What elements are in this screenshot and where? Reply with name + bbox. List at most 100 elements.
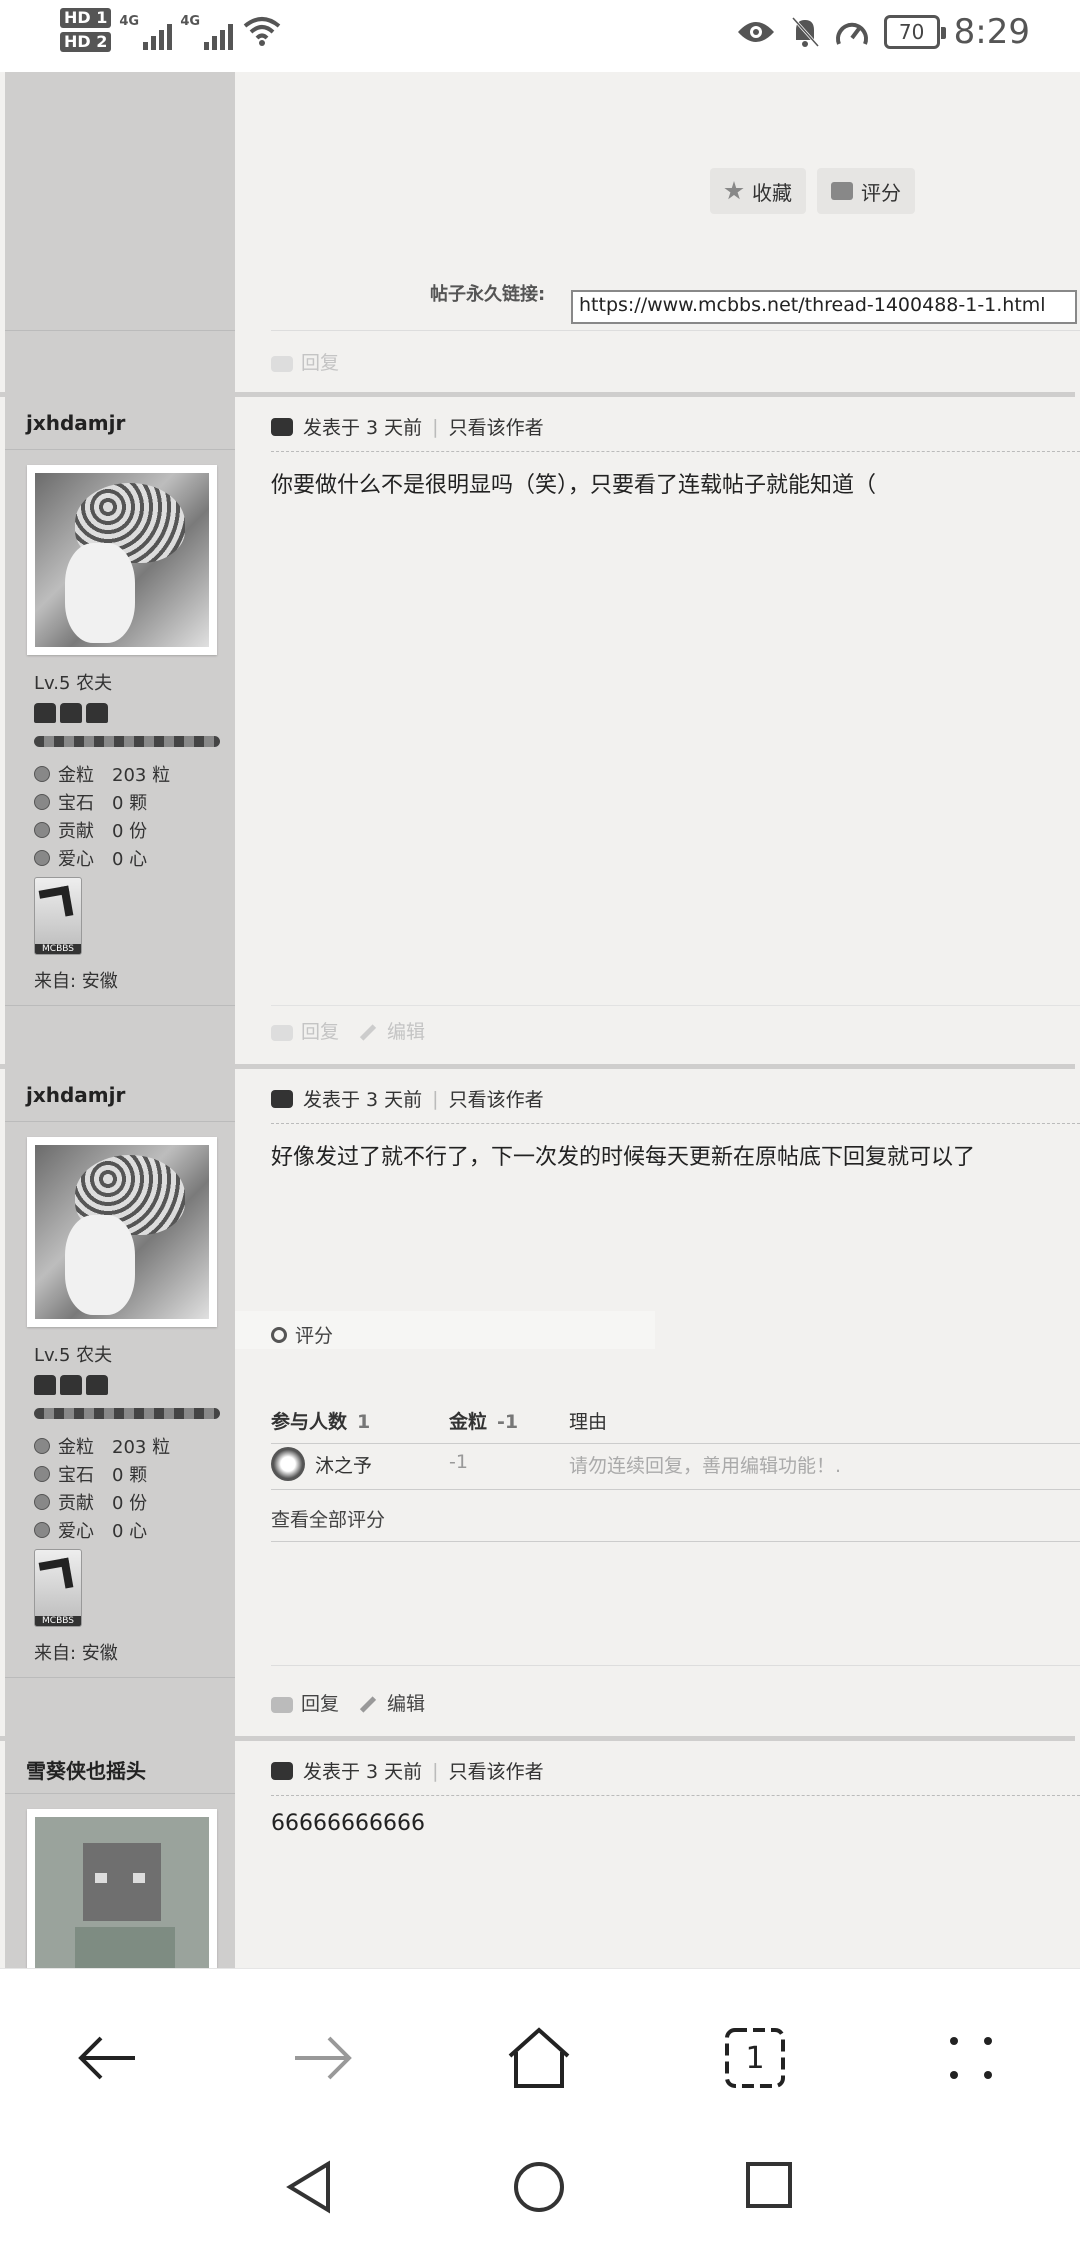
system-recents-icon[interactable] (744, 2160, 794, 2210)
permalink-input[interactable]: https://www.mcbbs.net/thread-1400488-1-1… (571, 290, 1077, 324)
only-author-link[interactable]: 只看该作者 (449, 1085, 544, 1112)
permalink-label: 帖子永久链接: (430, 284, 546, 305)
pickaxe-icon (38, 1557, 74, 1593)
author-name[interactable]: jxhdamjr (26, 411, 125, 435)
avatar[interactable] (27, 1137, 217, 1327)
apple-icon (34, 1522, 50, 1538)
apple-icon (34, 850, 50, 866)
reply-button[interactable]: 回复 (271, 348, 339, 375)
menu-button[interactable] (926, 2018, 1016, 2098)
rating-gold: 金粒 -1 (449, 1411, 519, 1433)
post: 雪葵侠也摇头 发表于 3 天前 | 只看该作者 66666666666 (5, 1741, 1080, 1968)
arrow-right-icon (295, 2036, 352, 2080)
rating-participants: 参与人数 1 (271, 1411, 371, 1433)
edit-button[interactable]: 编辑 (359, 1017, 425, 1044)
only-author-link[interactable]: 只看该作者 (449, 413, 544, 440)
pickaxe-icon (38, 885, 74, 921)
post-actions: 回复 (271, 348, 339, 375)
system-back-icon[interactable] (284, 2160, 334, 2214)
user-location: 来自: 安徽 (34, 971, 118, 992)
forward-button[interactable] (278, 2018, 368, 2098)
clock: 8:29 (953, 12, 1030, 52)
system-home-icon[interactable] (512, 2160, 566, 2214)
rank-icons (34, 1375, 108, 1395)
author-sidebar: 雪葵侠也摇头 (5, 1741, 235, 1968)
more-icon (950, 2037, 992, 2079)
rater-avatar[interactable] (271, 1447, 305, 1481)
home-button[interactable] (494, 2018, 584, 2098)
arrow-left-icon (78, 2036, 135, 2080)
rate-button[interactable]: 评分 (817, 168, 915, 214)
tabs-button[interactable]: 1 (710, 2018, 800, 2098)
previous-post-tail: 收藏 评分 帖子永久链接: https://www.mcbbs.net/thre… (5, 72, 1080, 397)
favorite-button[interactable]: 收藏 (710, 168, 806, 214)
user-level: Lv.5 农夫 (34, 673, 113, 694)
author-sidebar (5, 72, 235, 397)
experience-bar (34, 1408, 220, 1419)
star-icon (724, 181, 744, 200)
reply-icon (271, 355, 293, 372)
rating-reason: 请勿连续回复，善用编辑功能！. (569, 1455, 842, 1477)
avatar[interactable] (27, 465, 217, 655)
device-icon (271, 1761, 293, 1780)
medal-badge[interactable]: MCBBS (34, 877, 82, 955)
sim2-badge: HD 2 (60, 32, 112, 52)
post-time: 发表于 3 天前 (303, 1761, 423, 1783)
wifi-icon (244, 17, 281, 46)
post: jxhdamjr Lv.5 农夫 金粒 203 粒 宝石 0 颗 贡献 0 份 爱心 0… (5, 1069, 1080, 1739)
user-location: 来自: 安徽 (34, 1643, 118, 1664)
only-author-link[interactable]: 只看该作者 (449, 1757, 544, 1784)
post-meta: 发表于 3 天前 | 只看该作者 (271, 413, 544, 440)
rating-reason-header: 理由 (569, 1411, 608, 1433)
reply-button[interactable]: 回复 (271, 1689, 339, 1716)
edit-button[interactable]: 编辑 (359, 1689, 425, 1716)
stat-gem: 宝石 0 颗 (34, 789, 147, 815)
post: jxhdamjr Lv.5 农夫 金粒 203 粒 宝石 0 颗 贡献 0 份 爱心 0… (5, 397, 1080, 1067)
stat-contribution: 贡献 0 份 (34, 1489, 147, 1515)
gold-icon (34, 1438, 50, 1454)
post-content: 好像发过了就不行了，下一次发的时候每天更新在原帖底下回复就可以了 (271, 1145, 976, 1170)
stat-love: 爱心 0 心 (34, 845, 147, 871)
stat-love: 爱心 0 心 (34, 1517, 147, 1543)
speed-meter-icon (835, 22, 868, 45)
reply-icon (271, 1696, 293, 1713)
reply-button[interactable]: 回复 (271, 1017, 339, 1044)
mute-bell-icon (791, 17, 819, 47)
circle-icon (271, 1326, 287, 1343)
pencil-icon (359, 1024, 377, 1041)
gold-icon (34, 766, 50, 782)
post-actions: 回复 编辑 (271, 1017, 425, 1044)
view-all-ratings-link[interactable]: 查看全部评分 (271, 1505, 385, 1532)
signal-icon: 4G (119, 10, 173, 50)
status-bar: HD 1 HD 2 4G 4G 70 8:29 (0, 0, 1080, 72)
gem-icon (34, 1466, 50, 1482)
author-name[interactable]: 雪葵侠也摇头 (26, 1755, 146, 1784)
post-meta: 发表于 3 天前 | 只看该作者 (271, 1085, 544, 1112)
author-sidebar: jxhdamjr Lv.5 农夫 金粒 203 粒 宝石 0 颗 贡献 0 份 爱心 0… (5, 397, 235, 1067)
post-time: 发表于 3 天前 (303, 1089, 423, 1111)
stat-gold: 金粒 203 粒 (34, 1433, 170, 1459)
stat-contribution: 贡献 0 份 (34, 817, 147, 843)
rating-section-title: 评分 (271, 1321, 333, 1348)
author-sidebar: jxhdamjr Lv.5 农夫 金粒 203 粒 宝石 0 颗 贡献 0 份 爱心 0… (5, 1069, 235, 1739)
browser-toolbar: 1 (0, 1968, 1080, 2244)
contribution-icon (34, 1494, 50, 1510)
sim1-badge: HD 1 (60, 8, 112, 28)
author-name[interactable]: jxhdamjr (26, 1083, 125, 1107)
post-meta: 发表于 3 天前 | 只看该作者 (271, 1757, 544, 1784)
stat-gold: 金粒 203 粒 (34, 761, 170, 787)
user-level: Lv.5 农夫 (34, 1345, 113, 1366)
eye-icon (737, 22, 774, 42)
post-actions: 回复 编辑 (271, 1689, 425, 1716)
back-button[interactable] (62, 2018, 152, 2098)
avatar[interactable] (27, 1809, 217, 1968)
thumbs-up-icon (831, 182, 853, 200)
medal-badge[interactable]: MCBBS (34, 1549, 82, 1627)
battery-indicator: 70 (883, 15, 946, 49)
contribution-icon (34, 822, 50, 838)
experience-bar (34, 736, 220, 747)
gem-icon (34, 794, 50, 810)
post-content: 66666666666 (271, 1811, 425, 1836)
stat-gem: 宝石 0 颗 (34, 1461, 147, 1487)
rater-name[interactable]: 沐之予 (315, 1451, 372, 1478)
